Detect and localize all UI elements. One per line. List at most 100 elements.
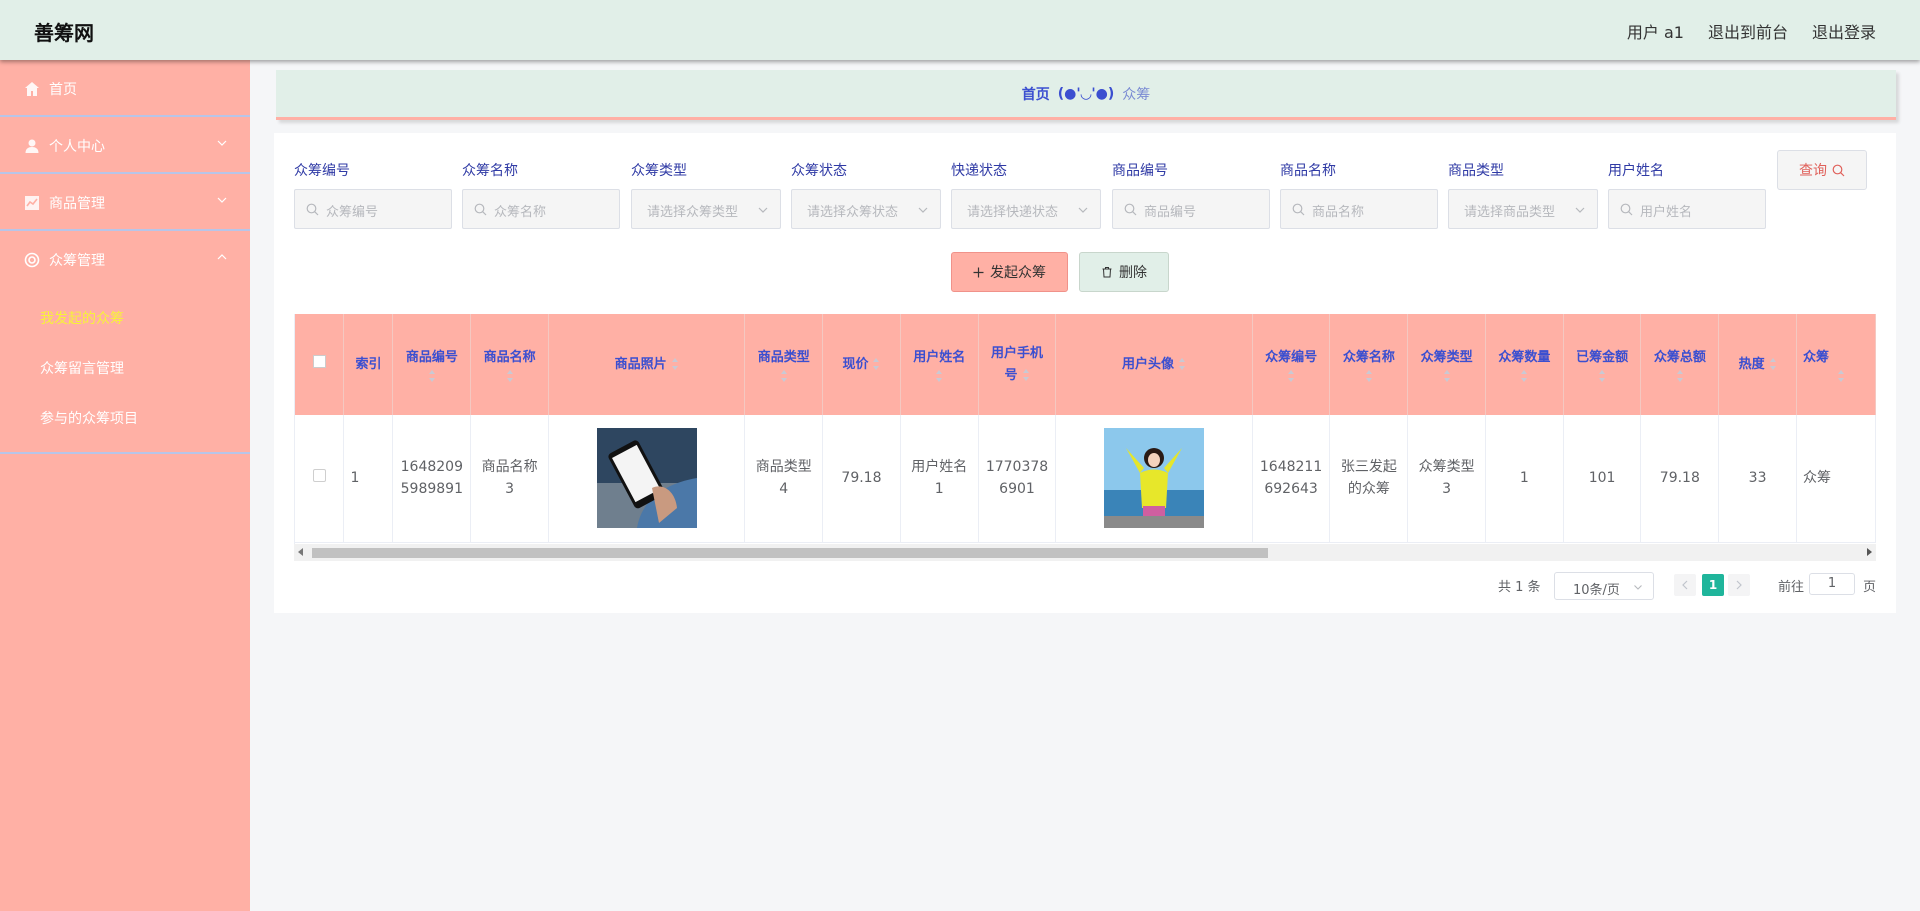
horizontal-scrollbar[interactable] — [294, 544, 1876, 561]
placeholder: 众筹名称 — [494, 201, 546, 220]
crowd-status-select[interactable]: 请选择众筹状态 — [791, 189, 941, 229]
column-header[interactable]: 众筹编号 — [1252, 314, 1330, 415]
sidebar-item-label: 个人中心 — [49, 136, 105, 156]
column-header[interactable]: 商品编号 — [393, 314, 471, 415]
column-header[interactable]: 商品类型 — [745, 314, 823, 415]
cell-product-name: 商品名称3 — [471, 415, 549, 542]
sort-icon[interactable] — [1022, 368, 1030, 382]
sidebar-item-label: 众筹管理 — [49, 250, 105, 270]
submenu-item-comment-management[interactable]: 众筹留言管理 — [0, 344, 250, 394]
page-size-select[interactable]: 10条/页 — [1554, 572, 1654, 600]
delete-button[interactable]: 删除 — [1079, 252, 1169, 292]
column-header[interactable]: 用户手机号 — [978, 314, 1056, 415]
column-header[interactable]: 众筹 — [1796, 314, 1875, 415]
sort-icon[interactable] — [872, 357, 880, 371]
sort-icon[interactable] — [506, 369, 514, 383]
column-header[interactable]: 用户姓名 — [900, 314, 978, 415]
current-user[interactable]: 用户 a1 — [1627, 19, 1684, 43]
trash-icon — [1101, 266, 1113, 278]
logout-link[interactable]: 退出登录 — [1812, 19, 1876, 43]
prev-page-button[interactable] — [1674, 574, 1696, 596]
column-header[interactable]: 众筹数量 — [1486, 314, 1564, 415]
breadcrumb-separator: (●'◡'●) — [1058, 86, 1115, 102]
sort-icon[interactable] — [935, 369, 943, 383]
column-header[interactable]: 商品名称 — [471, 314, 549, 415]
column-header[interactable]: 众筹名称 — [1330, 314, 1408, 415]
product-name-input[interactable]: 商品名称 — [1280, 189, 1438, 229]
column-header[interactable]: 已筹金额 — [1563, 314, 1641, 415]
top-nav: 用户 a1 退出到前台 退出登录 — [1627, 19, 1876, 43]
cell-total: 79.18 — [1641, 415, 1719, 542]
back-to-front-link[interactable]: 退出到前台 — [1708, 19, 1788, 43]
page-number-current[interactable]: 1 — [1702, 574, 1724, 596]
cell-crowd-no: 1648211692643 — [1252, 415, 1330, 542]
next-page-button[interactable] — [1728, 574, 1750, 596]
sidebar-item-personal-center[interactable]: 个人中心 — [0, 117, 250, 174]
sidebar-item-crowdfunding-management[interactable]: 众筹管理 — [0, 231, 250, 288]
search-icon — [1620, 203, 1633, 216]
scroll-right-icon[interactable] — [1867, 548, 1872, 556]
select-all-cell[interactable] — [295, 314, 344, 415]
submenu-item-joined-projects[interactable]: 参与的众筹项目 — [0, 394, 250, 444]
placeholder: 请选择众筹状态 — [807, 201, 898, 220]
chart-icon — [24, 195, 40, 211]
chevron-down-icon — [1574, 204, 1586, 216]
column-header[interactable]: 商品照片 — [548, 314, 744, 415]
search-icon — [1124, 203, 1137, 216]
sort-icon[interactable] — [1598, 369, 1606, 383]
product-type-select[interactable]: 请选择商品类型 — [1448, 189, 1598, 229]
crowd-type-select[interactable]: 请选择众筹类型 — [631, 189, 781, 229]
query-button[interactable]: 查询 — [1777, 150, 1867, 190]
user-name-input[interactable]: 用户姓名 — [1608, 189, 1766, 229]
column-header[interactable]: 热度 — [1719, 314, 1797, 415]
cell-product-photo — [548, 415, 744, 542]
placeholder: 请选择快递状态 — [967, 201, 1058, 220]
sort-icon[interactable] — [1365, 369, 1373, 383]
row-checkbox[interactable] — [313, 469, 326, 482]
row-select-cell[interactable] — [295, 415, 344, 542]
product-photo-image[interactable] — [597, 428, 697, 528]
sort-icon[interactable] — [780, 369, 788, 383]
crowd-no-input[interactable]: 众筹编号 — [294, 189, 452, 229]
table-header-row: 索引 商品编号 商品名称 商品照片 商品类型 现价 用户姓名 用户手机号 用户头… — [295, 314, 1876, 415]
column-header[interactable]: 众筹总额 — [1641, 314, 1719, 415]
sidebar-item-label: 商品管理 — [49, 193, 105, 213]
filter-label-crowd-type: 众筹类型 — [631, 160, 687, 180]
search-icon — [306, 203, 319, 216]
brand-title: 善筹网 — [34, 17, 94, 46]
column-header[interactable]: 现价 — [823, 314, 901, 415]
sort-icon[interactable] — [1287, 369, 1295, 383]
column-header[interactable]: 众筹类型 — [1408, 314, 1486, 415]
search-icon — [1292, 203, 1305, 216]
scrollbar-thumb[interactable] — [312, 548, 1268, 558]
cell-user-avatar — [1056, 415, 1252, 542]
cell-product-type: 商品类型4 — [745, 415, 823, 542]
column-header: 索引 — [344, 314, 393, 415]
user-avatar-image[interactable] — [1104, 428, 1204, 528]
sort-icon[interactable] — [1676, 369, 1684, 383]
sort-icon[interactable] — [1837, 369, 1845, 383]
sort-icon[interactable] — [1520, 369, 1528, 383]
filter-label-crowd-no: 众筹编号 — [294, 160, 350, 180]
breadcrumb-home[interactable]: 首页 — [1022, 84, 1050, 104]
sort-icon[interactable] — [1769, 357, 1777, 371]
placeholder: 请选择商品类型 — [1464, 201, 1555, 220]
goto-page-input[interactable]: 1 — [1809, 573, 1855, 595]
sort-icon[interactable] — [428, 369, 436, 383]
scroll-left-icon[interactable] — [298, 548, 303, 556]
filter-label-crowd-status: 众筹状态 — [791, 160, 847, 180]
column-header[interactable]: 用户头像 — [1056, 314, 1252, 415]
sidebar-item-home[interactable]: 首页 — [0, 60, 250, 117]
sort-icon[interactable] — [1443, 369, 1451, 383]
select-all-checkbox[interactable] — [313, 355, 326, 368]
sort-icon[interactable] — [1178, 357, 1186, 371]
cell-raised: 101 — [1563, 415, 1641, 542]
crowd-name-input[interactable]: 众筹名称 — [462, 189, 620, 229]
submenu-item-my-crowdfunding[interactable]: 我发起的众筹 — [0, 294, 250, 344]
sort-icon[interactable] — [671, 357, 679, 371]
add-crowdfunding-button[interactable]: 发起众筹 — [951, 252, 1068, 292]
cell-crowd-trunc: 众筹 — [1796, 415, 1875, 542]
delivery-status-select[interactable]: 请选择快递状态 — [951, 189, 1101, 229]
sidebar-item-product-management[interactable]: 商品管理 — [0, 174, 250, 231]
product-no-input[interactable]: 商品编号 — [1112, 189, 1270, 229]
